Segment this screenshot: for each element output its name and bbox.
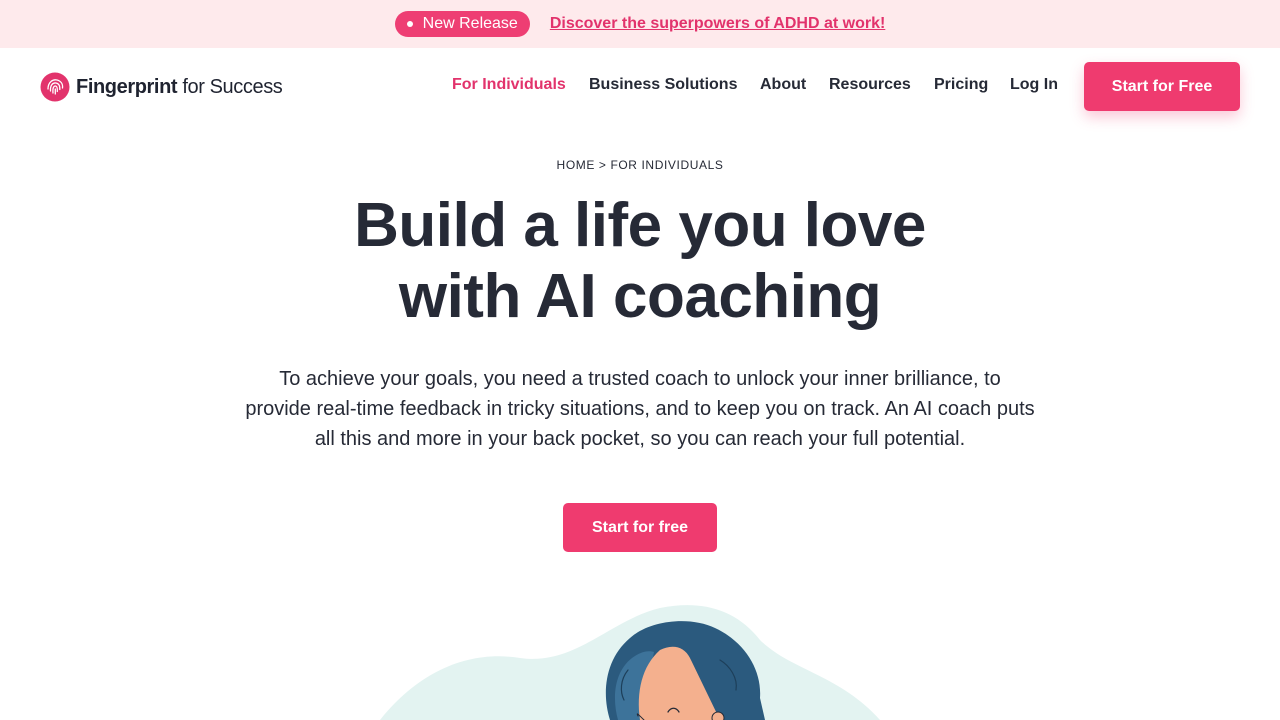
hero-description: To achieve your goals, you need a truste…: [245, 368, 1035, 450]
new-release-badge: New Release: [394, 11, 530, 37]
logo-wordmark: Fingerprint for Success: [76, 75, 283, 98]
nav-business-solutions[interactable]: Business Solutions: [589, 76, 737, 94]
breadcrumb-home-link[interactable]: HOME: [557, 158, 595, 172]
bullet-dot-icon: [406, 21, 413, 27]
start-for-free-button[interactable]: Start for Free: [1084, 62, 1240, 111]
announcement-banner: New Release Discover the superpowers of …: [0, 0, 1280, 48]
badge-label: New Release: [422, 15, 518, 32]
nav-for-individuals[interactable]: For Individuals: [452, 76, 566, 94]
breadcrumb-current: FOR INDIVIDUALS: [610, 158, 724, 172]
site-header: Fingerprint for Success For Individuals …: [0, 48, 1280, 126]
page-title: Build a life you love with AI coaching: [240, 190, 1040, 332]
fingerprint-logo-icon: [40, 72, 70, 102]
breadcrumb: HOME > FOR INDIVIDUALS: [0, 158, 1280, 172]
nav-about[interactable]: About: [760, 76, 806, 94]
logo[interactable]: Fingerprint for Success: [40, 72, 283, 102]
breadcrumb-separator: >: [594, 158, 611, 172]
nav-log-in[interactable]: Log In: [1010, 76, 1058, 94]
start-for-free-hero-button[interactable]: Start for free: [563, 503, 717, 552]
nav-pricing[interactable]: Pricing: [934, 76, 988, 94]
adhd-announcement-link[interactable]: Discover the superpowers of ADHD at work…: [550, 15, 885, 33]
nav-resources[interactable]: Resources: [829, 76, 911, 94]
page-title-line-2: with AI coaching: [398, 262, 882, 331]
page-title-line-1: Build a life you love: [354, 191, 926, 260]
coaching-illustration: [380, 605, 880, 720]
